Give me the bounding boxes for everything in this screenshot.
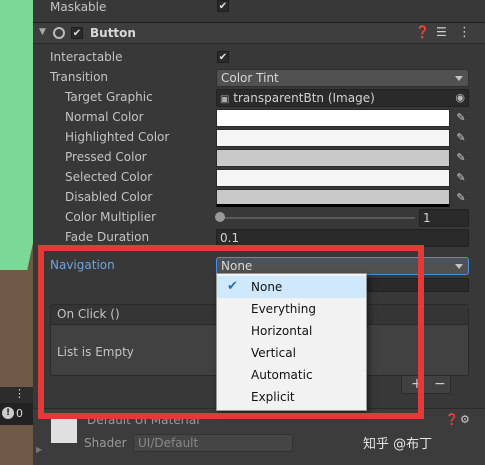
target-graphic-row: Target Graphic ▣ transparentBtn (Image) … <box>33 88 485 108</box>
settings-icon[interactable]: ⚙ <box>460 413 470 426</box>
remove-button[interactable]: − <box>434 376 446 392</box>
menu-item-explicit[interactable]: Explicit <box>217 386 366 408</box>
highlighted-color-swatch[interactable] <box>216 129 450 147</box>
menu-item-label: Horizontal <box>251 324 313 338</box>
pressed-color-label: Pressed Color <box>65 150 147 164</box>
settings-icon[interactable]: ☰ <box>436 25 447 39</box>
fade-duration-row: Fade Duration 0.1 <box>33 228 485 248</box>
list-empty-text: List is Empty <box>57 345 134 359</box>
menu-item-automatic[interactable]: Automatic <box>217 364 366 386</box>
menu-item-label: Explicit <box>251 390 295 404</box>
eyedropper-icon[interactable]: ✎ <box>453 130 469 146</box>
watermark: 知乎 @布丁 <box>363 437 433 452</box>
normal-color-row: Normal Color ✎ <box>33 108 485 128</box>
highlighted-color-label: Highlighted Color <box>65 130 170 144</box>
scene-status: ! 0 <box>0 403 33 425</box>
chevron-down-icon <box>455 76 463 81</box>
maskable-label: Maskable <box>50 0 107 14</box>
object-picker-icon[interactable]: ◉ <box>455 90 465 106</box>
fade-duration-input[interactable]: 0.1 <box>216 229 469 247</box>
more-icon[interactable]: ⋮ <box>14 387 25 400</box>
eyedropper-icon[interactable]: ✎ <box>453 150 469 166</box>
scene-view: ⋮ ! 0 <box>0 0 33 465</box>
visualize-button[interactable] <box>367 278 469 292</box>
eyedropper-icon[interactable]: ✎ <box>453 110 469 126</box>
interactable-row: Interactable ✔ <box>33 48 485 68</box>
navigation-menu: ✔ None Everything Horizontal Vertical Au… <box>216 273 367 411</box>
component-title: Button <box>90 26 136 40</box>
eyedropper-icon[interactable]: ✎ <box>453 170 469 186</box>
component-icon <box>53 27 65 39</box>
navigation-value: None <box>221 259 253 273</box>
material-name: Default UI Material <box>87 413 200 427</box>
menu-item-label: Everything <box>251 302 316 316</box>
more-icon[interactable]: ⋮ <box>458 25 471 40</box>
add-button[interactable]: + <box>411 376 423 392</box>
pressed-color-swatch[interactable] <box>216 149 450 167</box>
selected-color-row: Selected Color ✎ <box>33 168 485 188</box>
maskable-row: Maskable ✔ <box>33 0 485 20</box>
menu-item-vertical[interactable]: Vertical <box>217 342 366 364</box>
slider-handle[interactable] <box>215 212 225 222</box>
disabled-color-label: Disabled Color <box>65 190 153 204</box>
scene-green-wedge <box>0 150 33 270</box>
menu-item-none[interactable]: ✔ None <box>217 276 366 298</box>
inspector-panel: Maskable ✔ ▼ ✔ Button ❓ ☰ ⋮ Interactable… <box>33 0 485 465</box>
menu-item-label: Vertical <box>251 346 296 360</box>
on-click-title: On Click () <box>57 307 120 321</box>
help-icon[interactable]: ❓ <box>445 413 459 426</box>
list-footer: + − <box>401 376 451 394</box>
eyedropper-icon[interactable]: ✎ <box>453 190 469 206</box>
interactable-label: Interactable <box>50 50 123 64</box>
menu-item-label: None <box>251 280 283 294</box>
target-graphic-value: transparentBtn (Image) <box>233 91 375 105</box>
material-preview <box>51 417 77 443</box>
normal-color-swatch[interactable] <box>216 109 450 127</box>
normal-color-label: Normal Color <box>65 110 144 124</box>
target-graphic-field[interactable]: ▣ transparentBtn (Image) ◉ <box>216 89 469 107</box>
info-count: 0 <box>16 407 23 420</box>
menu-item-everything[interactable]: Everything <box>217 298 366 320</box>
menu-item-horizontal[interactable]: Horizontal <box>217 320 366 342</box>
disabled-color-swatch[interactable] <box>216 189 450 207</box>
target-graphic-label: Target Graphic <box>65 90 153 104</box>
highlighted-color-row: Highlighted Color ✎ <box>33 128 485 148</box>
shader-label: Shader <box>84 436 127 450</box>
color-multiplier-input[interactable]: 1 <box>419 209 469 227</box>
fade-duration-label: Fade Duration <box>65 230 150 244</box>
checkmark-icon: ✔ <box>227 279 238 294</box>
info-icon: ! <box>2 407 14 419</box>
foldout-arrow-icon[interactable]: ▶ <box>36 445 42 454</box>
disabled-color-row: Disabled Color ✎ <box>33 188 485 208</box>
menu-item-label: Automatic <box>251 368 313 382</box>
selected-color-swatch[interactable] <box>216 169 450 187</box>
component-enabled-checkbox[interactable]: ✔ <box>71 27 83 39</box>
foldout-arrow-icon[interactable]: ▼ <box>39 27 46 37</box>
maskable-checkbox[interactable]: ✔ <box>217 0 229 12</box>
transition-dropdown[interactable]: Color Tint <box>216 69 469 87</box>
help-icon[interactable]: ❓ <box>415 25 430 39</box>
image-icon: ▣ <box>220 94 230 105</box>
pressed-color-row: Pressed Color ✎ <box>33 148 485 168</box>
slider-track[interactable] <box>219 217 415 219</box>
navigation-label: Navigation <box>50 258 115 272</box>
interactable-checkbox[interactable]: ✔ <box>217 51 229 63</box>
transition-row: Transition Color Tint <box>33 68 485 88</box>
transition-value: Color Tint <box>221 71 279 85</box>
shader-dropdown[interactable]: UI/Default <box>133 434 293 452</box>
scene-toolbar[interactable]: ⋮ <box>0 387 33 403</box>
transition-label: Transition <box>50 70 109 84</box>
color-multiplier-label: Color Multiplier <box>65 210 157 224</box>
selected-color-label: Selected Color <box>65 170 153 184</box>
chevron-down-icon <box>455 264 463 269</box>
color-multiplier-row: Color Multiplier 1 <box>33 208 485 228</box>
button-component-header[interactable]: ▼ ✔ Button ❓ ☰ ⋮ <box>33 22 485 44</box>
